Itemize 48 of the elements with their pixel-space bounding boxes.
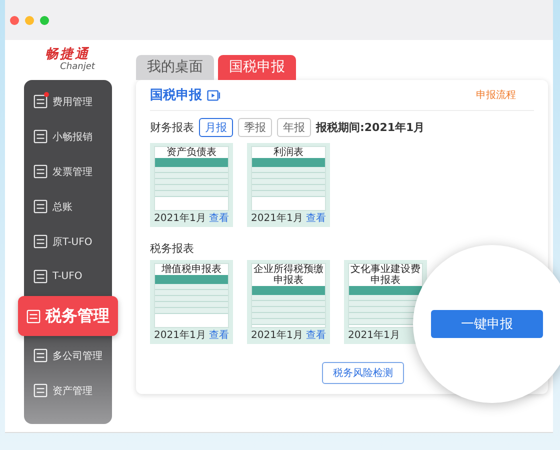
period-option[interactable]: 季报 [238, 118, 272, 136]
sidebar-item[interactable]: 原T-UFO [26, 224, 108, 259]
sidebar-item[interactable]: 费用管理 [26, 84, 108, 119]
tab[interactable]: 我的桌面 [136, 55, 214, 80]
menu-icon [32, 383, 48, 398]
logo-name: 畅捷通 [45, 48, 90, 62]
zoom-button[interactable] [40, 16, 49, 24]
report-date: 2021年1月 [251, 213, 303, 224]
menu-icon [32, 234, 48, 249]
sidebar-item[interactable]: 资产管理 [26, 373, 108, 408]
report-date: 2021年1月 [251, 330, 303, 341]
video-icon[interactable] [207, 90, 221, 100]
menu-icon [32, 129, 48, 144]
report-date: 2021年1月 [348, 330, 400, 341]
sidebar-item[interactable]: T-UFO [26, 259, 108, 294]
section-label: 财务报表 [150, 120, 194, 134]
report-title: 企业所得税预缴申报表 [252, 264, 324, 286]
view-link[interactable]: 查看 [306, 330, 326, 341]
report-date: 2021年1月 [154, 330, 206, 341]
logo-subtitle: Chanjet [60, 62, 95, 72]
menu-icon [32, 199, 48, 214]
report-card[interactable]: 增值税申报表 2021年1月 查看 [150, 260, 233, 344]
sidebar-item[interactable]: 总账 [26, 189, 108, 224]
report-card[interactable]: 企业所得税预缴申报表 2021年1月 查看 [247, 260, 330, 344]
menu-icon [32, 94, 48, 109]
close-button[interactable] [10, 16, 19, 24]
sidebar-item[interactable]: 小畅报销 [26, 119, 108, 154]
section-label: 税务报表 [150, 241, 195, 256]
tab[interactable]: 国税申报 [218, 55, 296, 80]
view-link[interactable]: 查看 [306, 213, 326, 224]
sidebar-item[interactable]: 多公司管理 [26, 338, 108, 373]
menu-icon [32, 164, 48, 179]
period-option[interactable]: 月报 [199, 118, 233, 136]
report-title: 增值税申报表 [160, 264, 222, 275]
view-link[interactable]: 查看 [209, 330, 229, 341]
view-link[interactable]: 查看 [209, 213, 229, 224]
sidebar-item[interactable]: 税务管理 [18, 296, 118, 336]
submit-button[interactable]: 一键申报 [431, 310, 543, 338]
sidebar-item[interactable]: 发票管理 [26, 154, 108, 189]
period-text: 报税期间:2021年1月 [316, 120, 425, 134]
menu-icon [26, 308, 40, 324]
report-date: 2021年1月 [154, 213, 206, 224]
menu-icon [32, 348, 48, 363]
panel-title: 国税申报 [150, 87, 202, 104]
risk-check-button[interactable]: 税务风险检测 [322, 362, 404, 384]
period-option[interactable]: 年报 [277, 118, 311, 136]
menu-icon [32, 269, 48, 284]
minimize-button[interactable] [25, 16, 34, 24]
